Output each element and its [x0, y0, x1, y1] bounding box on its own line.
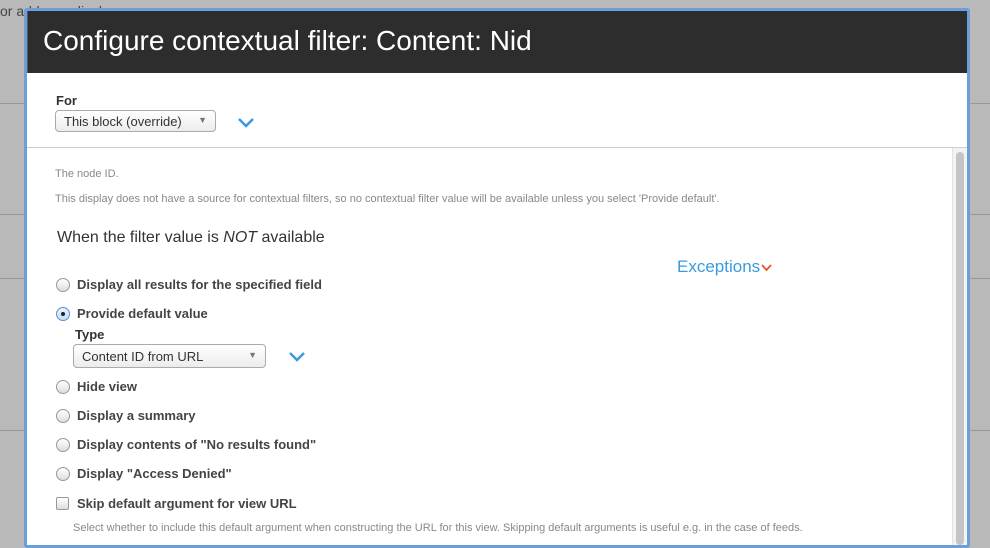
radio-button[interactable]: [56, 437, 70, 452]
radio-button[interactable]: [56, 277, 70, 292]
radio-no-results[interactable]: Display contents of "No results found": [56, 437, 316, 452]
filter-notice: This display does not have a source for …: [55, 193, 720, 205]
radio-display-all[interactable]: Display all results for the specified fi…: [56, 277, 322, 292]
heading-text: available: [257, 229, 325, 246]
heading-emphasis: NOT: [223, 229, 258, 246]
option-label: Display "Access Denied": [77, 466, 232, 481]
for-label: For: [56, 93, 77, 108]
scrollbar-thumb[interactable]: [956, 152, 964, 545]
dropdown-arrow-icon: ▼: [248, 350, 257, 360]
radio-display-summary[interactable]: Display a summary: [56, 408, 196, 423]
exceptions-toggle[interactable]: Exceptions: [677, 257, 772, 277]
chevron-down-icon[interactable]: [288, 351, 306, 363]
radio-access-denied[interactable]: Display "Access Denied": [56, 466, 232, 481]
radio-button[interactable]: [56, 306, 70, 321]
checkbox-label: Skip default argument for view URL: [77, 496, 297, 511]
type-select[interactable]: Content ID from URL ▼: [73, 344, 266, 368]
radio-button[interactable]: [56, 466, 70, 481]
radio-button[interactable]: [56, 408, 70, 423]
type-select-value: Content ID from URL: [82, 349, 204, 364]
option-label: Display all results for the specified fi…: [77, 277, 322, 292]
radio-provide-default[interactable]: Provide default value: [56, 306, 208, 321]
filter-description: The node ID.: [55, 168, 119, 180]
for-select-value: This block (override): [64, 114, 182, 129]
radio-button[interactable]: [56, 379, 70, 394]
skip-help-text: Select whether to include this default a…: [73, 522, 803, 534]
chevron-down-icon: [761, 263, 772, 271]
heading-text: When the filter value is: [57, 229, 224, 246]
dialog-title: Configure contextual filter: Content: Ni…: [43, 25, 532, 56]
radio-hide-view[interactable]: Hide view: [56, 379, 137, 394]
for-select[interactable]: This block (override) ▼: [55, 110, 216, 132]
option-label: Display contents of "No results found": [77, 437, 317, 452]
dialog-body: The node ID. This display does not have …: [27, 148, 967, 545]
configure-filter-dialog: Configure contextual filter: Content: Ni…: [24, 8, 970, 548]
scrollbar-track[interactable]: [952, 148, 967, 545]
option-label: Hide view: [77, 379, 137, 394]
option-label: Provide default value: [77, 306, 208, 321]
section-heading: When the filter value is NOT available: [57, 229, 325, 247]
skip-default-checkbox[interactable]: Skip default argument for view URL: [56, 496, 297, 511]
checkbox[interactable]: [56, 497, 69, 510]
dropdown-arrow-icon: ▼: [198, 115, 207, 125]
type-label: Type: [75, 327, 105, 342]
dialog-header: For This block (override) ▼: [27, 73, 967, 148]
option-label: Display a summary: [77, 408, 196, 423]
chevron-down-icon[interactable]: [237, 117, 255, 129]
dialog-titlebar: Configure contextual filter: Content: Ni…: [27, 11, 967, 73]
exceptions-label: Exceptions: [677, 257, 761, 276]
